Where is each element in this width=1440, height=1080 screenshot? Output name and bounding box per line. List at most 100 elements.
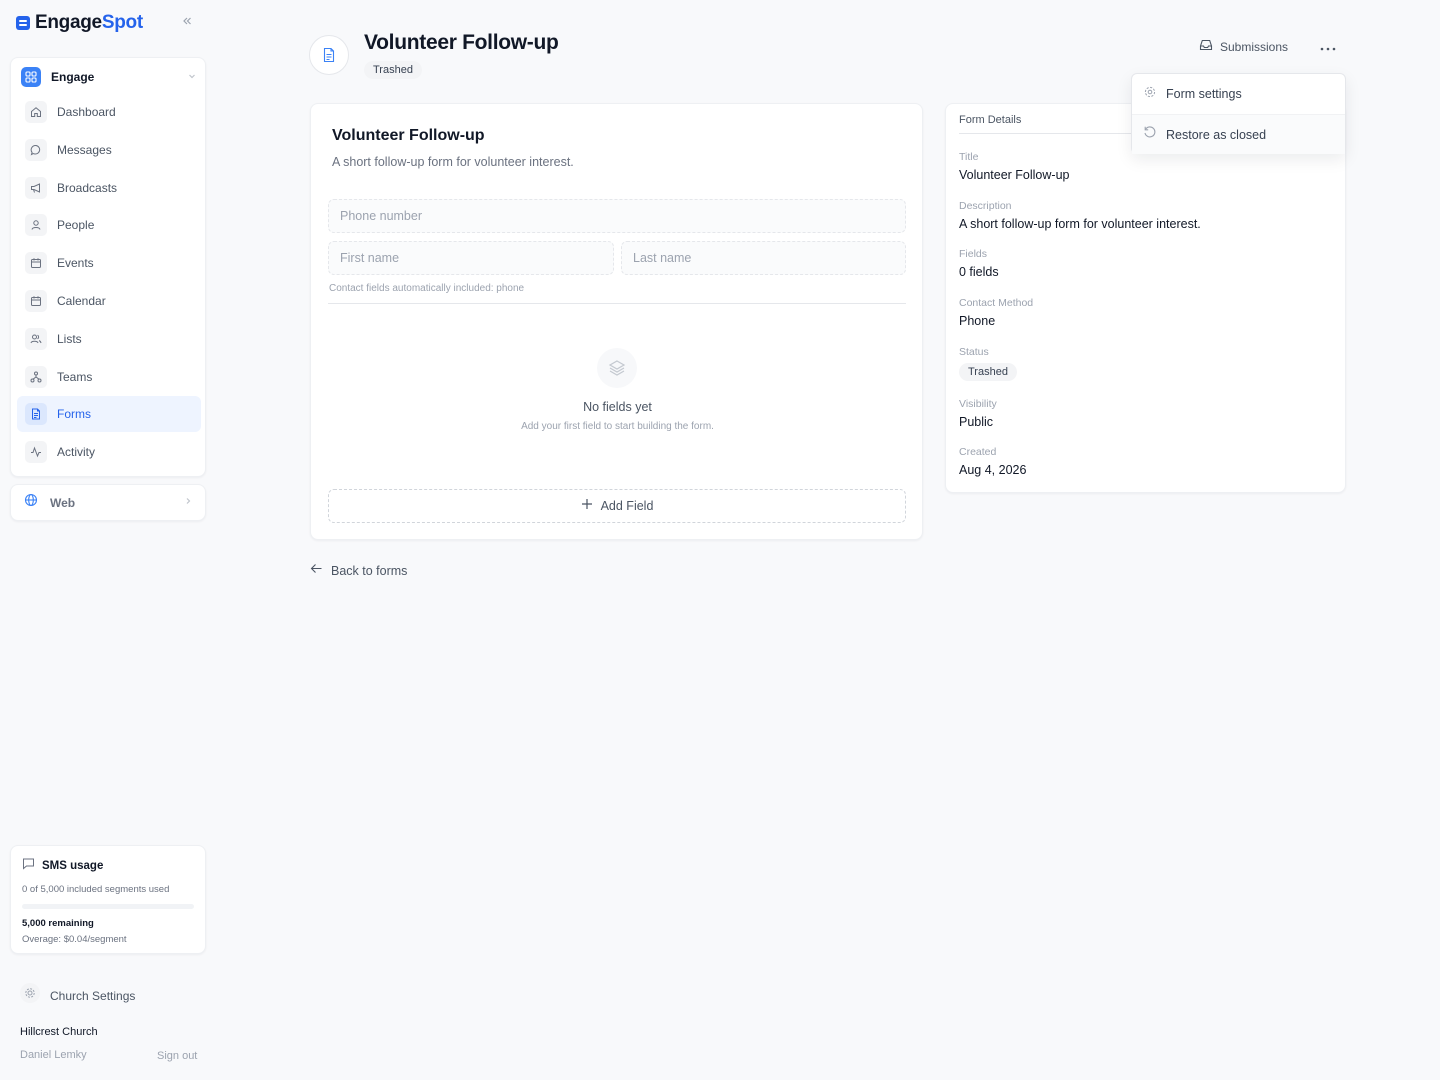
plus-icon [581,497,593,515]
sidebar-item-broadcasts[interactable]: Broadcasts [17,170,201,206]
sidebar-item-label: Teams [57,369,93,384]
detail-label: Created [959,446,997,458]
detail-label: Fields [959,248,988,260]
status-badge: Trashed [959,363,1017,381]
sidebar-item-activity[interactable]: Activity [17,434,201,470]
back-to-forms-link[interactable]: Back to forms [310,562,407,580]
person-icon [25,214,47,237]
submissions-label: Submissions [1220,40,1289,54]
submissions-button[interactable]: Submissions [1191,33,1296,61]
detail-value: 0 fields [959,265,999,279]
menu-item-label: Form settings [1166,87,1242,101]
sms-usage-card: SMS usage 0 of 5,000 included segments u… [10,845,206,954]
engage-nav-card: Engage Dashboard Messages Broadcasts Peo… [10,57,206,477]
form-title: Volunteer Follow-up [332,127,485,144]
form-builder-card: Volunteer Follow-up A short follow-up fo… [310,103,923,540]
detail-value: Phone [959,314,996,328]
form-details-card: Form Details Title Volunteer Follow-up D… [945,103,1346,493]
church-name: Hillcrest Church [20,1026,98,1038]
network-icon [25,365,47,388]
more-options-button[interactable] [1314,33,1342,61]
sidebar-item-label: Dashboard [57,105,116,119]
activity-icon [25,441,47,464]
chevron-down-icon [187,71,197,84]
sidebar-item-label: Lists [57,331,82,346]
chat-icon [22,857,35,875]
calendar-icon [25,252,47,275]
sidebar-item-teams[interactable]: Teams [17,359,201,395]
detail-label: Contact Method [959,297,1034,309]
engage-group-toggle[interactable]: Engage [21,67,197,87]
detail-title: Title Volunteer Follow-up [959,151,1069,182]
first-name-field[interactable]: First name [328,241,614,275]
web-label: Web [50,495,76,510]
menu-item-form-settings[interactable]: Form settings [1132,74,1345,114]
sidebar-item-lists[interactable]: Lists [17,321,201,357]
detail-label: Visibility [959,398,997,410]
menu-item-restore-as-closed[interactable]: Restore as closed [1132,114,1345,154]
logo-icon [16,16,30,30]
phone-number-field[interactable]: Phone number [328,199,906,233]
status-badge: Trashed [364,61,422,79]
home-icon [25,101,47,123]
empty-state-title: No fields yet [583,400,652,414]
church-settings-link[interactable]: Church Settings [19,982,135,1009]
inbox-icon [1199,38,1213,57]
sidebar-item-label: Forms [57,407,91,422]
detail-value: A short follow-up form for volunteer int… [959,217,1201,231]
brand-logo[interactable]: EngageSpot [16,12,143,34]
sms-overage: Overage: $0.04/segment [22,934,127,945]
sidebar-item-label: Messages [57,142,112,157]
sign-out-link[interactable]: Sign out [157,1050,197,1062]
message-icon [25,138,47,161]
sidebar: EngageSpot Engage Dashboard Messages Bro… [0,0,216,1080]
sms-remaining: 5,000 remaining [22,918,94,929]
chevron-right-icon [183,496,193,509]
detail-created: Created Aug 4, 2026 [959,446,1026,477]
sidebar-item-label: Calendar [57,293,106,308]
sidebar-item-events[interactable]: Events [17,245,201,281]
chevrons-left-icon [183,17,191,25]
globe-icon [24,493,38,512]
church-settings-label: Church Settings [50,988,136,1003]
detail-contact-method: Contact Method Phone [959,297,1033,328]
sms-usage-bar [22,904,194,909]
calendar-icon [25,289,47,312]
menu-item-label: Restore as closed [1166,127,1267,142]
detail-visibility: Visibility Public [959,398,997,429]
users-icon [25,327,47,350]
sidebar-nav: Dashboard Messages Broadcasts People Eve… [17,94,201,472]
last-name-field[interactable]: Last name [621,241,906,275]
detail-label: Title [959,151,979,163]
user-name: Daniel Lemky [20,1049,87,1061]
sidebar-item-calendar[interactable]: Calendar [17,283,201,319]
layers-icon [597,348,637,388]
sidebar-item-label: People [57,218,95,233]
megaphone-icon [25,176,47,199]
detail-label: Description [959,200,1012,212]
sms-usage-text: 0 of 5,000 included segments used [22,884,170,895]
sidebar-item-label: Activity [57,445,96,460]
sidebar-item-forms[interactable]: Forms [17,396,201,433]
brand-name: EngageSpot [35,12,143,33]
detail-fields: Fields 0 fields [959,248,999,279]
detail-value: Public [959,415,994,429]
sms-usage-title: SMS usage [42,860,104,872]
grid-icon [21,67,41,87]
divider [328,303,906,304]
empty-state-subtitle: Add your first field to start building t… [521,421,714,432]
group-label: Engage [51,70,95,84]
sidebar-item-label: Broadcasts [57,180,118,195]
document-icon [309,35,349,75]
sidebar-item-messages[interactable]: Messages [17,132,201,168]
detail-value: Volunteer Follow-up [959,168,1070,182]
sidebar-item-label: Events [57,256,94,271]
more-options-menu: Form settings Restore as closed [1131,73,1346,154]
detail-status: Status Trashed [959,346,1017,381]
collapse-sidebar-button[interactable] [181,14,197,32]
add-field-button[interactable]: Add Field [328,489,906,523]
sidebar-item-people[interactable]: People [17,207,201,243]
web-group-toggle[interactable]: Web [10,484,206,521]
add-field-label: Add Field [600,499,654,513]
sidebar-item-dashboard[interactable]: Dashboard [17,94,201,130]
